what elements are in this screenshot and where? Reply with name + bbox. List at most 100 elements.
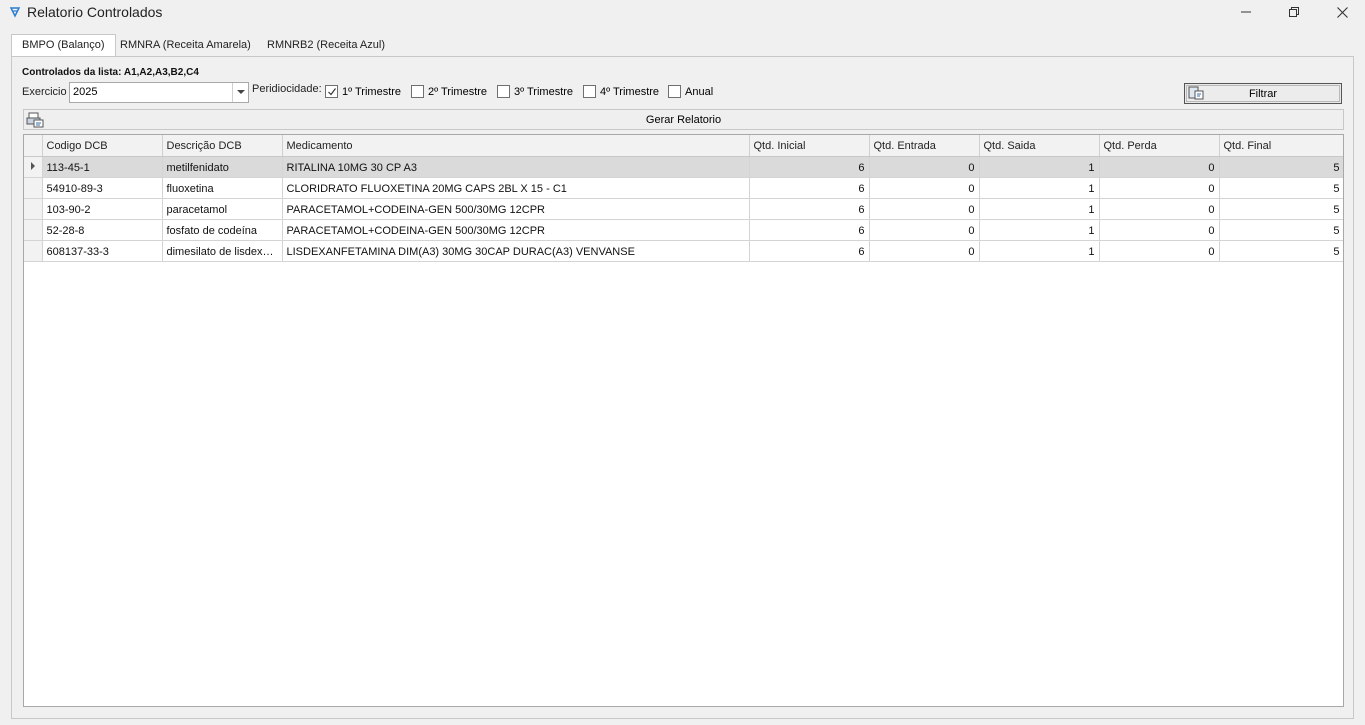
cell-qtd-perda[interactable]: 0 [1099, 156, 1220, 178]
row-indicator [24, 198, 43, 220]
cell-qtd-entrada[interactable]: 0 [869, 198, 980, 220]
filter-button-label: Filtrar [1248, 88, 1278, 100]
cell-qtd-perda[interactable]: 0 [1099, 177, 1220, 199]
cell-qtd-perda[interactable]: 0 [1099, 198, 1220, 220]
checkbox-anual[interactable]: Anual [668, 85, 713, 98]
column-header[interactable]: Codigo DCB [42, 135, 163, 157]
data-grid[interactable]: Codigo DCB Descrição DCB Medicamento Qtd… [23, 134, 1344, 707]
column-header[interactable]: Qtd. Entrada [869, 135, 980, 157]
cell-medicamento[interactable]: PARACETAMOL+CODEINA-GEN 500/30MG 12CPR [282, 219, 750, 241]
cell-qtd-entrada[interactable]: 0 [869, 177, 980, 199]
checkbox-4-trimestre[interactable]: 4º Trimestre [583, 85, 659, 98]
minimize-icon [1241, 11, 1251, 13]
exercicio-select[interactable]: 2025 [69, 82, 249, 103]
cell-medicamento[interactable]: RITALINA 10MG 30 CP A3 [282, 156, 750, 178]
table-row[interactable]: 113-45-1 metilfenidato RITALINA 10MG 30 … [24, 156, 1343, 178]
column-header[interactable]: Descrição DCB [162, 135, 283, 157]
checkbox-label: 3º Trimestre [514, 85, 574, 98]
cell-qtd-final[interactable]: 5 [1219, 240, 1343, 262]
cell-descricao[interactable]: fosfato de codeína [162, 219, 283, 241]
cell-medicamento[interactable]: LISDEXANFETAMINA DIM(A3) 30MG 30CAP DURA… [282, 240, 750, 262]
cell-codigo[interactable]: 103-90-2 [42, 198, 163, 220]
app-icon [9, 7, 21, 18]
restore-button[interactable] [1271, 0, 1317, 24]
current-row-arrow-icon [30, 161, 35, 170]
close-icon [1336, 6, 1348, 18]
window-title: Relatorio Controlados [27, 4, 163, 20]
header-indicator [24, 135, 43, 157]
row-indicator [24, 156, 43, 178]
checkbox-3-trimestre[interactable]: 3º Trimestre [497, 85, 573, 98]
filter-button[interactable]: Filtrar [1184, 83, 1342, 104]
exercicio-label: Exercicio [22, 86, 67, 98]
column-header[interactable]: Medicamento [282, 135, 750, 157]
checkbox-box[interactable] [668, 85, 681, 98]
cell-medicamento[interactable]: PARACETAMOL+CODEINA-GEN 500/30MG 12CPR [282, 198, 750, 220]
cell-qtd-perda[interactable]: 0 [1099, 219, 1220, 241]
cell-medicamento[interactable]: CLORIDRATO FLUOXETINA 20MG CAPS 2BL X 15… [282, 177, 750, 199]
column-header[interactable]: Qtd. Inicial [749, 135, 870, 157]
cell-qtd-inicial[interactable]: 6 [749, 219, 870, 241]
cell-qtd-final[interactable]: 5 [1219, 177, 1343, 199]
checkbox-2-trimestre[interactable]: 2º Trimestre [411, 85, 487, 98]
row-indicator [24, 219, 43, 241]
cell-codigo[interactable]: 52-28-8 [42, 219, 163, 241]
cell-qtd-inicial[interactable]: 6 [749, 177, 870, 199]
generate-report-button[interactable]: Gerar Relatorio [23, 109, 1344, 130]
cell-qtd-inicial[interactable]: 6 [749, 198, 870, 220]
cell-qtd-inicial[interactable]: 6 [749, 240, 870, 262]
checkbox-box[interactable] [325, 85, 338, 98]
cell-qtd-saida[interactable]: 1 [979, 177, 1100, 199]
cell-qtd-inicial[interactable]: 6 [749, 156, 870, 178]
cell-qtd-saida[interactable]: 1 [979, 219, 1100, 241]
column-header[interactable]: Qtd. Perda [1099, 135, 1220, 157]
cell-qtd-perda[interactable]: 0 [1099, 240, 1220, 262]
row-indicator [24, 177, 43, 199]
cell-qtd-entrada[interactable]: 0 [869, 240, 980, 262]
cell-codigo[interactable]: 54910-89-3 [42, 177, 163, 199]
table-row[interactable]: 608137-33-3 dimesilato de lisdexa... LIS… [24, 240, 1343, 262]
cell-qtd-saida[interactable]: 1 [979, 198, 1100, 220]
column-header[interactable]: Qtd. Saida [979, 135, 1100, 157]
tab-rmnrb2[interactable]: RMNRB2 (Receita Azul) [257, 35, 395, 57]
exercicio-value: 2025 [73, 86, 98, 98]
close-button[interactable] [1319, 0, 1365, 24]
checkbox-1-trimestre[interactable]: 1º Trimestre [325, 85, 401, 98]
cell-qtd-final[interactable]: 5 [1219, 219, 1343, 241]
checkbox-box[interactable] [411, 85, 424, 98]
cell-qtd-entrada[interactable]: 0 [869, 156, 980, 178]
minimize-button[interactable] [1223, 0, 1269, 24]
cell-descricao[interactable]: metilfenidato [162, 156, 283, 178]
cell-descricao[interactable]: fluoxetina [162, 177, 283, 199]
tab-rmnra[interactable]: RMNRA (Receita Amarela) [110, 35, 261, 57]
tab-panel: Controlados da lista: A1,A2,A3,B2,C4 Exe… [11, 56, 1354, 719]
checkbox-label: 2º Trimestre [428, 85, 488, 98]
table-row[interactable]: 54910-89-3 fluoxetina CLORIDRATO FLUOXET… [24, 177, 1343, 199]
title-bar: Relatorio Controlados [0, 0, 1365, 24]
column-header[interactable]: Qtd. Final [1219, 135, 1343, 157]
cell-codigo[interactable]: 113-45-1 [42, 156, 163, 178]
cell-qtd-saida[interactable]: 1 [979, 240, 1100, 262]
check-icon [327, 87, 336, 95]
restore-icon [1289, 7, 1299, 17]
table-row[interactable]: 103-90-2 paracetamol PARACETAMOL+CODEINA… [24, 198, 1343, 220]
chevron-down-icon[interactable] [232, 83, 248, 102]
header-row: Codigo DCB Descrição DCB Medicamento Qtd… [24, 135, 1343, 157]
table-row[interactable]: 52-28-8 fosfato de codeína PARACETAMOL+C… [24, 219, 1343, 241]
periodicidade-label: Peridiocidade: [252, 83, 322, 95]
checkbox-label: 4º Trimestre [600, 85, 660, 98]
checkbox-label: 1º Trimestre [342, 85, 402, 98]
checkbox-box[interactable] [497, 85, 510, 98]
cell-descricao[interactable]: dimesilato de lisdexa... [162, 240, 283, 262]
list-heading: Controlados da lista: A1,A2,A3,B2,C4 [22, 67, 199, 78]
tab-bmpo[interactable]: BMPO (Balanço) [11, 34, 116, 57]
cell-codigo[interactable]: 608137-33-3 [42, 240, 163, 262]
generate-report-label: Gerar Relatorio [645, 114, 722, 126]
cell-qtd-final[interactable]: 5 [1219, 156, 1343, 178]
report-table: Codigo DCB Descrição DCB Medicamento Qtd… [24, 135, 1343, 262]
cell-qtd-final[interactable]: 5 [1219, 198, 1343, 220]
checkbox-box[interactable] [583, 85, 596, 98]
cell-qtd-entrada[interactable]: 0 [869, 219, 980, 241]
cell-descricao[interactable]: paracetamol [162, 198, 283, 220]
cell-qtd-saida[interactable]: 1 [979, 156, 1100, 178]
